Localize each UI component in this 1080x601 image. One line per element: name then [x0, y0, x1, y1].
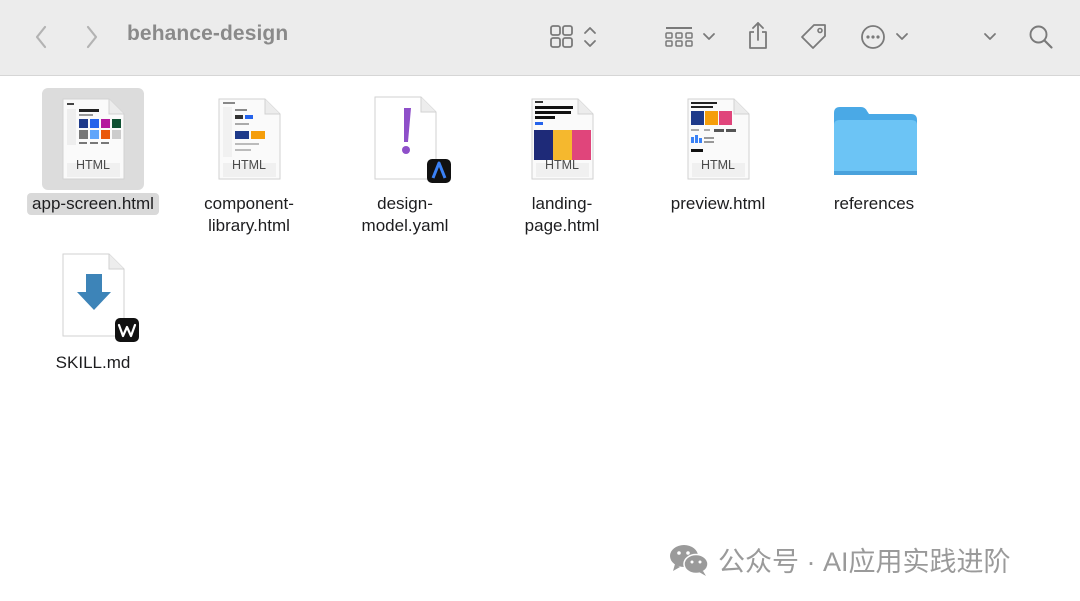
- chevron-down-icon[interactable]: [978, 24, 1002, 50]
- file-item-component-library[interactable]: HTML component- library.html: [171, 87, 327, 247]
- file-name-line1: design-: [377, 194, 433, 213]
- yaml-document-icon: [373, 95, 453, 185]
- grid-view-icon[interactable]: [548, 22, 600, 52]
- finder-toolbar: behance-design: [0, 0, 1080, 76]
- file-item-landing-page[interactable]: HTML landing- page.html: [484, 87, 640, 247]
- file-name-line2: page.html: [524, 216, 600, 235]
- file-name: preview.html: [666, 193, 770, 215]
- file-name-line2: library.html: [208, 216, 290, 235]
- file-name: design- model.yaml: [357, 193, 454, 237]
- window-title: behance-design: [127, 22, 289, 45]
- folder-icon: [831, 103, 919, 179]
- file-name-line2: model.yaml: [361, 216, 449, 235]
- wechat-watermark: 公众号 · AI应用实践进阶: [668, 540, 1011, 579]
- file-kind-badge: HTML: [544, 158, 580, 172]
- file-name: landing- page.html: [520, 193, 605, 237]
- search-icon[interactable]: [1026, 22, 1056, 52]
- file-name-line1: preview.html: [670, 194, 766, 213]
- watermark-text: 公众号 · AI应用实践进阶: [718, 547, 1011, 577]
- file-item-design-model[interactable]: design- model.yaml: [327, 87, 483, 247]
- group-by-icon[interactable]: [664, 22, 718, 52]
- file-item-preview[interactable]: HTML preview.html: [640, 87, 796, 227]
- chevron-right-icon[interactable]: [79, 22, 105, 52]
- file-name: SKILL.md: [51, 352, 136, 374]
- tag-icon[interactable]: [798, 21, 830, 53]
- file-name: component- library.html: [199, 193, 299, 237]
- file-item-app-screen[interactable]: HTML app-screen.html: [15, 87, 171, 227]
- share-icon[interactable]: [744, 20, 772, 52]
- wechat-icon: [670, 544, 709, 576]
- file-kind-badge: HTML: [75, 158, 111, 172]
- file-name-line1: SKILL.md: [55, 353, 131, 372]
- file-name-line1: references: [833, 194, 915, 213]
- file-kind-badge: HTML: [700, 158, 736, 172]
- file-grid: HTML app-screen.html HTML component- lib…: [0, 77, 1080, 601]
- file-kind-badge: HTML: [231, 158, 267, 172]
- file-name-line1: app-screen.html: [32, 194, 154, 213]
- chevron-left-icon[interactable]: [28, 22, 54, 52]
- file-item-skill-md[interactable]: SKILL.md: [15, 244, 171, 384]
- file-name-line1: landing-: [531, 194, 593, 213]
- markdown-document-icon: [61, 252, 141, 346]
- file-name: references: [829, 193, 919, 215]
- file-name-line1: component-: [204, 194, 294, 213]
- folder-item-references[interactable]: references: [796, 87, 952, 227]
- ellipsis-circle-icon[interactable]: [858, 21, 912, 53]
- file-name: app-screen.html: [27, 193, 159, 215]
